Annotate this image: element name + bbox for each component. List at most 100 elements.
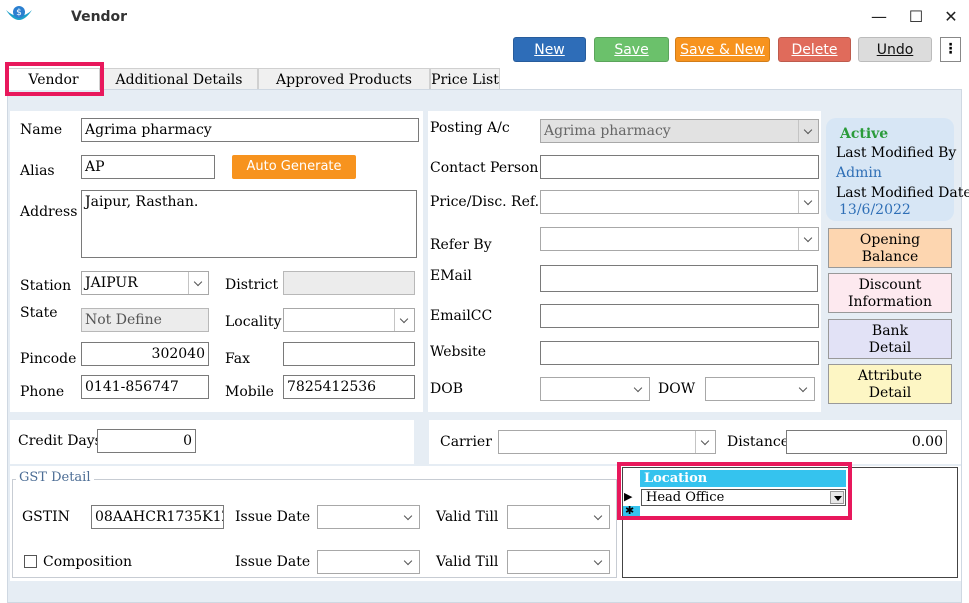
alias-label: Alias bbox=[20, 163, 55, 179]
location-cell-dropdown[interactable]: Head Office bbox=[641, 489, 846, 506]
new-row-icon: ✱ bbox=[625, 504, 635, 517]
posting-account-select[interactable]: Agrima pharmacy bbox=[540, 119, 819, 143]
state-input[interactable]: Not Define bbox=[81, 308, 209, 332]
tab-price-list[interactable]: Price List bbox=[430, 68, 500, 90]
issue-date-picker-2[interactable] bbox=[317, 550, 420, 574]
status-badge: Active bbox=[840, 126, 889, 142]
tab-additional-details[interactable]: Additional Details bbox=[100, 68, 258, 90]
dow-picker[interactable] bbox=[705, 377, 815, 401]
phone-input[interactable]: 0141-856747 bbox=[81, 375, 209, 399]
issue-date-label-2: Issue Date bbox=[235, 554, 311, 570]
attribute-detail-button[interactable]: Attribute Detail bbox=[828, 364, 952, 404]
modified-date-value: 13/6/2022 bbox=[839, 202, 911, 218]
delete-button[interactable]: Delete bbox=[778, 37, 851, 62]
chevron-down-icon[interactable] bbox=[589, 551, 609, 573]
bank-detail-line2: Detail bbox=[868, 340, 912, 356]
mobile-input[interactable]: 7825412536 bbox=[283, 375, 415, 399]
chevron-down-icon[interactable] bbox=[794, 378, 814, 400]
more-options-button[interactable]: ⋮ bbox=[940, 37, 961, 62]
email-input[interactable] bbox=[540, 265, 818, 292]
emailcc-input[interactable] bbox=[540, 304, 819, 328]
new-row-selector[interactable]: ✱ bbox=[623, 504, 640, 517]
chevron-down-icon[interactable] bbox=[629, 378, 649, 400]
gstin-input[interactable]: 08AAHCR1735K1Z5 bbox=[91, 505, 224, 529]
maximize-button[interactable]: ☐ bbox=[901, 6, 931, 28]
mobile-label: Mobile bbox=[225, 384, 274, 400]
caret-down-icon[interactable] bbox=[830, 491, 844, 504]
refer-by-select[interactable] bbox=[540, 227, 819, 251]
new-button[interactable]: New bbox=[513, 37, 586, 62]
refer-by-label: Refer By bbox=[430, 237, 492, 253]
posting-account-value: Agrima pharmacy bbox=[544, 123, 671, 139]
dob-label: DOB bbox=[430, 381, 463, 397]
bank-detail-line1: Bank bbox=[871, 323, 909, 339]
price-ref-label: Price/Disc. Ref. bbox=[430, 194, 540, 210]
locality-select[interactable] bbox=[283, 308, 415, 332]
modified-date-label: Last Modified Date bbox=[836, 185, 969, 201]
website-input[interactable] bbox=[540, 341, 819, 365]
opening-balance-button[interactable]: Opening Balance bbox=[828, 228, 952, 268]
pincode-input[interactable]: 302040 bbox=[81, 342, 209, 366]
chevron-down-icon[interactable] bbox=[188, 272, 208, 294]
save-new-button[interactable]: Save & New bbox=[675, 37, 770, 62]
composition-checkbox[interactable] bbox=[24, 555, 37, 568]
email-label: EMail bbox=[430, 268, 472, 284]
contact-person-label: Contact Person bbox=[430, 160, 539, 176]
valid-till-label: Valid Till bbox=[436, 509, 499, 525]
gst-detail-legend: GST Detail bbox=[16, 470, 94, 485]
distance-label: Distance bbox=[727, 434, 790, 450]
chevron-down-icon[interactable] bbox=[399, 551, 419, 573]
valid-till-picker-2[interactable] bbox=[507, 550, 610, 574]
issue-date-picker[interactable] bbox=[317, 505, 420, 529]
dob-picker[interactable] bbox=[540, 377, 650, 401]
phone-label: Phone bbox=[20, 384, 65, 400]
name-input[interactable]: Agrima pharmacy bbox=[81, 118, 419, 142]
state-label: State bbox=[20, 305, 58, 321]
chevron-down-icon[interactable] bbox=[695, 431, 715, 453]
close-button[interactable]: ✕ bbox=[936, 6, 966, 28]
contact-person-input[interactable] bbox=[540, 155, 819, 179]
chevron-down-icon[interactable] bbox=[798, 191, 818, 213]
minimize-button[interactable]: — bbox=[864, 6, 894, 28]
save-button[interactable]: Save bbox=[594, 37, 669, 62]
bank-detail-button[interactable]: Bank Detail bbox=[828, 319, 952, 359]
tab-approved-products[interactable]: Approved Products bbox=[258, 68, 430, 90]
chevron-down-icon[interactable] bbox=[589, 506, 609, 528]
station-label: Station bbox=[20, 278, 72, 294]
valid-till-picker[interactable] bbox=[507, 505, 610, 529]
chevron-down-icon[interactable] bbox=[399, 506, 419, 528]
discount-information-button[interactable]: Discount Information bbox=[828, 273, 952, 313]
distance-input[interactable]: 0.00 bbox=[786, 430, 947, 454]
alias-input[interactable]: AP bbox=[81, 155, 215, 179]
pincode-label: Pincode bbox=[20, 351, 77, 367]
chevron-down-icon[interactable] bbox=[798, 228, 818, 250]
carrier-label: Carrier bbox=[440, 434, 492, 450]
auto-generate-button[interactable]: Auto Generate bbox=[232, 155, 356, 179]
price-ref-select[interactable] bbox=[540, 190, 819, 214]
posting-account-label: Posting A/c bbox=[430, 120, 510, 136]
website-label: Website bbox=[430, 344, 487, 360]
address-textarea[interactable]: Jaipur, Rasthan. bbox=[81, 190, 417, 258]
attribute-detail-line1: Attribute bbox=[857, 368, 923, 384]
address-label: Address bbox=[20, 204, 78, 220]
station-select[interactable]: JAIPUR bbox=[81, 271, 209, 295]
chevron-down-icon[interactable] bbox=[394, 309, 414, 331]
discount-info-line2: Information bbox=[847, 294, 933, 310]
fax-input[interactable] bbox=[283, 342, 415, 366]
carrier-select[interactable] bbox=[498, 430, 716, 454]
window-title: Vendor bbox=[71, 9, 128, 25]
station-value: JAIPUR bbox=[85, 275, 138, 291]
district-input[interactable] bbox=[283, 271, 415, 295]
tab-vendor[interactable]: Vendor bbox=[7, 68, 100, 90]
credit-days-input[interactable]: 0 bbox=[97, 429, 196, 453]
modified-by-label: Last Modified By bbox=[836, 145, 957, 161]
chevron-down-icon[interactable] bbox=[798, 120, 818, 142]
modified-by-value: Admin bbox=[836, 165, 882, 181]
dow-label: DOW bbox=[658, 381, 696, 397]
location-column-header[interactable]: Location bbox=[640, 470, 846, 487]
svg-text:$: $ bbox=[16, 8, 22, 18]
discount-info-line1: Discount bbox=[858, 277, 922, 293]
undo-button[interactable]: Undo bbox=[858, 37, 932, 62]
location-cell-value: Head Office bbox=[646, 490, 725, 505]
issue-date-label: Issue Date bbox=[235, 509, 311, 525]
